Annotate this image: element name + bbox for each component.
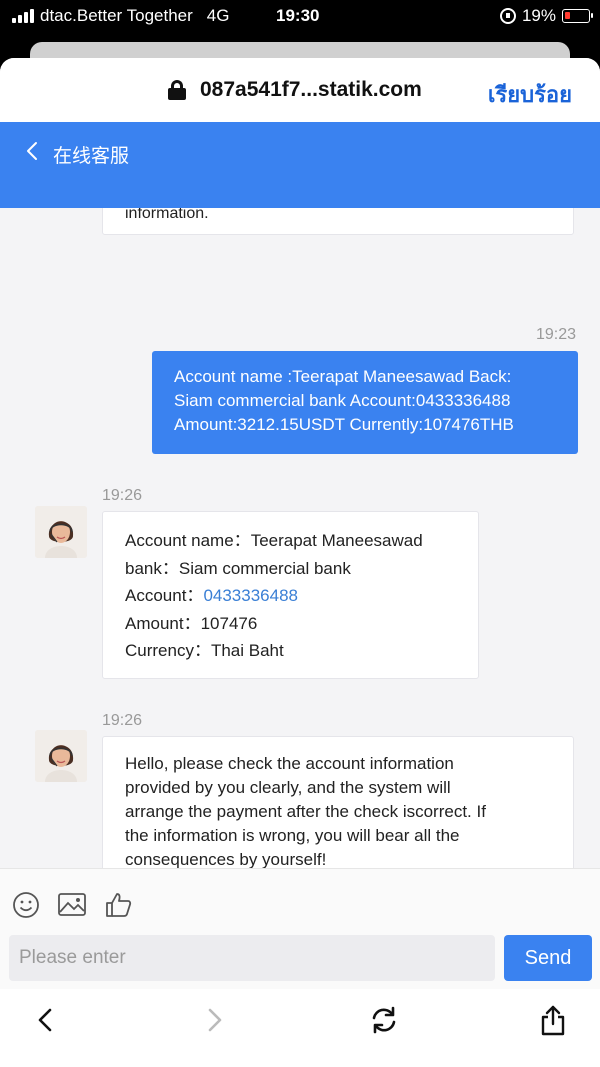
info-label: Account：: [125, 586, 204, 605]
page-title: 在线客服: [53, 146, 130, 167]
back-chevron-icon[interactable]: [22, 140, 44, 162]
info-value: Teerapat Maneesawad: [250, 531, 423, 550]
signal-icon: [12, 9, 34, 23]
browser-sheet: 087a541f7...statik.com เรียบร้อย 在线客服 in…: [0, 58, 600, 1067]
chat-area[interactable]: information. 19:23 Account name :Teerapa…: [0, 208, 600, 868]
message-line: the information is wrong, you will bear …: [125, 826, 460, 845]
rotation-lock-icon: [499, 8, 516, 24]
composer: Send: [0, 868, 600, 1067]
info-row: Amount：107476: [125, 610, 478, 638]
info-value: Thai Baht: [210, 641, 284, 660]
done-button[interactable]: เรียบร้อย: [488, 77, 572, 112]
carrier-name: dtac.Better Together: [40, 6, 193, 25]
browser-nav-bar: [0, 989, 600, 1067]
info-value: 107476: [200, 613, 258, 633]
incoming-message: Hello, please check the account informat…: [102, 736, 574, 868]
outgoing-message: Account name :Teerapat Maneesawad Back: …: [152, 351, 578, 454]
message-line: Siam commercial bank Account:0433336488: [174, 391, 511, 410]
message-input[interactable]: [9, 935, 495, 981]
info-label: Amount：: [125, 613, 201, 633]
info-label: Account name：: [125, 531, 251, 550]
message-line: Amount:3212.15USDT Currently:107476THB: [174, 415, 514, 434]
info-row: Account name：Teerapat Maneesawad: [125, 527, 478, 555]
message-line: Account name :Teerapat Maneesawad Back:: [174, 367, 512, 386]
previous-message-text: information.: [125, 208, 209, 222]
previous-message: information.: [102, 208, 574, 235]
lock-icon: [168, 80, 186, 100]
info-value: Siam commercial bank: [178, 558, 351, 578]
message-line: provided by you clearly, and the system …: [125, 778, 451, 797]
status-bar: dtac.Better Together 4G 19:30 19%: [0, 0, 600, 44]
info-row: Currency：Thai Baht: [125, 637, 478, 665]
thumbs-up-icon[interactable]: [104, 891, 132, 919]
message-line: Hello, please check the account informat…: [125, 754, 454, 773]
message-time: 19:26: [102, 712, 143, 729]
message-time: 19:26: [102, 487, 143, 504]
reload-icon[interactable]: [367, 1003, 401, 1037]
battery-percent: 19%: [521, 6, 556, 25]
carrier-info: dtac.Better Together 4G: [12, 6, 229, 26]
emoji-icon[interactable]: [12, 891, 40, 919]
info-row: Account：0433336488: [125, 582, 478, 610]
clock: 19:30: [276, 6, 320, 25]
info-row: bank：Siam commercial bank: [125, 555, 478, 583]
info-label: bank：: [125, 558, 179, 578]
battery-icon: [562, 9, 593, 23]
message-line: consequences by yourself!: [125, 850, 327, 868]
message-line: arrange the payment after the check isco…: [125, 802, 486, 821]
incoming-message: Account name：Teerapat Maneesawad bank：Si…: [102, 511, 479, 679]
back-arrow-icon[interactable]: [28, 1003, 62, 1037]
info-label: Currency：: [125, 641, 211, 660]
url-bar: 087a541f7...statik.com เรียบร้อย: [0, 58, 600, 122]
image-icon[interactable]: [57, 891, 87, 919]
chat-header: 在线客服: [0, 122, 600, 208]
agent-avatar: [35, 730, 87, 782]
composer-tools: [12, 891, 132, 919]
message-time: 19:23: [536, 326, 577, 343]
url-text[interactable]: 087a541f7...statik.com: [200, 78, 422, 102]
network-type: 4G: [206, 6, 230, 25]
share-icon[interactable]: [536, 1003, 570, 1037]
account-number-link[interactable]: 0433336488: [203, 586, 298, 605]
status-right: 19%: [499, 6, 593, 26]
agent-avatar: [35, 506, 87, 558]
send-button[interactable]: Send: [504, 935, 592, 981]
forward-arrow-icon[interactable]: [198, 1003, 232, 1037]
